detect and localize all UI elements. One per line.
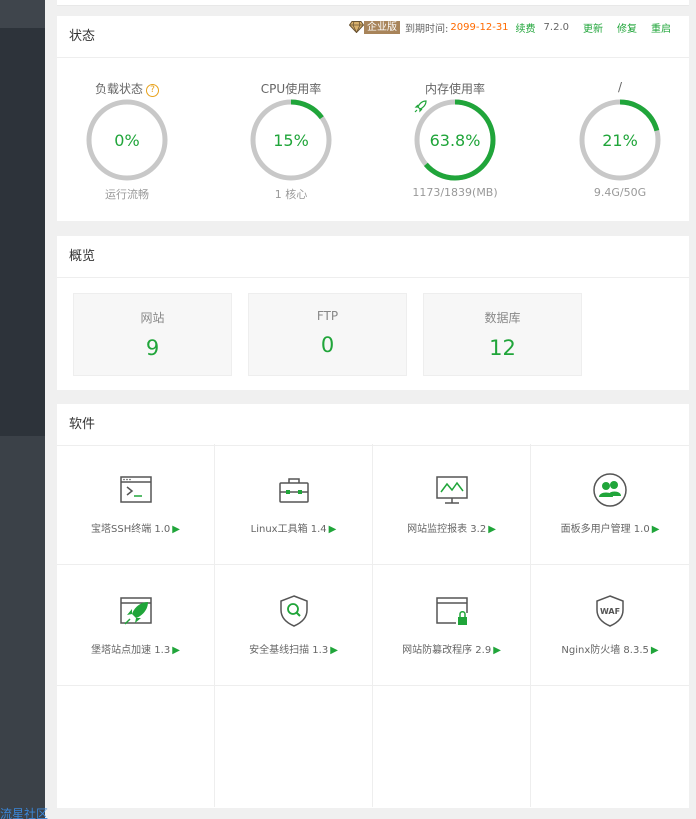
overview-heading: 概览 — [57, 236, 689, 278]
software-item-monitor[interactable]: 网站监控报表 3.2 ▶ — [373, 444, 531, 565]
play-arrow-icon: ▶ — [328, 524, 337, 535]
toolbox-icon — [279, 478, 309, 503]
diamond-icon — [349, 21, 365, 33]
waf-shield-icon: WAF — [596, 595, 624, 627]
card-label: 数据库 — [484, 311, 521, 325]
memory-gauge[interactable]: 内存使用率 63.8% 1173/1839(MB) — [385, 58, 525, 221]
gauge-title: 内存使用率 — [424, 82, 485, 96]
software-grid: 宝塔SSH终端 1.0 ▶ Linux工具箱 1.4 ▶ 网站监控报表 3.2 ▶ — [57, 444, 689, 808]
load-gauge[interactable]: 负载状态? 0% 运行流畅 — [57, 58, 197, 221]
disk-gauge[interactable]: / 21% 9.4G/50G — [550, 58, 690, 221]
gauge-sub: 1 核心 — [274, 188, 308, 201]
gauge-value: 15% — [273, 131, 309, 150]
software-panel: 软件 宝塔SSH终端 1.0 ▶ Linux工具箱 1.4 ▶ 网站监控报表 3… — [57, 404, 689, 808]
lock-window-icon — [436, 597, 468, 625]
software-empty-slot — [373, 686, 531, 807]
card-label: FTP — [316, 309, 339, 323]
rocket-icon — [120, 597, 152, 625]
overview-card-sites[interactable]: 网站 9 — [73, 293, 232, 376]
play-arrow-icon: ▶ — [488, 524, 496, 535]
top-strip — [57, 0, 689, 6]
shield-scan-icon — [280, 595, 308, 627]
update-link[interactable]: 更新 — [583, 20, 603, 35]
software-item-site-accel[interactable]: 堡塔站点加速 1.3 ▶ — [57, 565, 215, 686]
gauge-value: 21% — [602, 131, 638, 150]
edition-badge: 企业版 — [349, 20, 401, 34]
software-name: 面板多用户管理 1.0 — [560, 524, 650, 535]
gauge-title: / — [617, 80, 623, 94]
play-arrow-icon: ▶ — [651, 524, 660, 535]
expire-date: 2099-12-31 — [450, 21, 509, 33]
sidebar — [0, 0, 45, 819]
expire-label: 到期时间: — [405, 23, 449, 35]
overview-card-database[interactable]: 数据库 12 — [423, 293, 582, 376]
play-arrow-icon: ▶ — [330, 645, 338, 656]
software-empty-slot — [57, 686, 215, 807]
gauge-value: 0% — [114, 131, 140, 150]
software-heading: 软件 — [57, 404, 689, 446]
gauge-sub: 9.4G/50G — [593, 186, 647, 199]
rocket-icon[interactable] — [413, 98, 429, 114]
edition-label: 企业版 — [364, 20, 401, 34]
software-name: 堡塔站点加速 1.3 — [91, 645, 171, 656]
monitor-chart-icon — [436, 476, 468, 504]
renew-link[interactable]: 续费 — [516, 20, 536, 35]
play-arrow-icon: ▶ — [172, 645, 180, 656]
software-name: 安全基线扫描 1.3 — [249, 645, 329, 656]
footer-community-link[interactable]: 流星社区 — [0, 805, 48, 819]
card-label: 网站 — [140, 311, 165, 325]
help-icon[interactable]: ? — [146, 84, 159, 97]
software-item-tamper-proof[interactable]: 网站防篡改程序 2.9 ▶ — [373, 565, 531, 686]
sidebar-nav — [0, 28, 45, 436]
software-item-nginx-waf[interactable]: WAF Nginx防火墙 8.3.5 ▶ — [531, 565, 689, 686]
software-item-baseline-scan[interactable]: 安全基线扫描 1.3 ▶ — [215, 565, 373, 686]
software-item-ssh[interactable]: 宝塔SSH终端 1.0 ▶ — [57, 444, 215, 565]
status-panel: 状态 企业版 到期时间: 2099-12-31 续费 7.2.0 更新 修复 重… — [57, 16, 689, 221]
software-empty-slot — [531, 686, 689, 807]
restart-link[interactable]: 重启 — [651, 20, 671, 35]
play-arrow-icon: ▶ — [493, 645, 501, 656]
gauge-title: 负载状态? — [57, 80, 197, 97]
gauge-title: CPU使用率 — [260, 82, 322, 96]
card-value: 0 — [320, 333, 335, 357]
terminal-icon — [120, 476, 152, 503]
sidebar-top — [0, 0, 45, 28]
multi-user-icon — [593, 473, 627, 507]
gauge-sub: 运行流畅 — [105, 188, 149, 201]
overview-card-ftp[interactable]: FTP 0 — [248, 293, 407, 376]
software-name: 宝塔SSH终端 1.0 — [91, 524, 171, 535]
gauge-value: 63.8% — [429, 131, 481, 150]
software-name: 网站防篡改程序 2.9 — [402, 645, 492, 656]
svg-text:WAF: WAF — [600, 607, 620, 616]
software-name: Linux工具箱 1.4 — [250, 524, 327, 535]
gauge-sub: 1173/1839(MB) — [412, 186, 498, 199]
software-name: Nginx防火墙 8.3.5 — [561, 645, 649, 656]
overview-panel: 概览 网站 9 FTP 0 数据库 12 — [57, 236, 689, 390]
panel-version: 7.2.0 — [543, 21, 569, 33]
version-bar: 企业版 到期时间: 2099-12-31 续费 7.2.0 更新 修复 重启 — [349, 18, 671, 36]
card-value: 12 — [489, 336, 516, 360]
play-arrow-icon: ▶ — [650, 645, 659, 656]
repair-link[interactable]: 修复 — [617, 20, 637, 35]
software-item-multi-user[interactable]: 面板多用户管理 1.0 ▶ — [531, 444, 689, 565]
software-empty-slot — [215, 686, 373, 807]
card-value: 9 — [145, 336, 160, 360]
software-item-toolbox[interactable]: Linux工具箱 1.4 ▶ — [215, 444, 373, 565]
software-name: 网站监控报表 3.2 — [407, 524, 487, 535]
cpu-gauge[interactable]: CPU使用率 15% 1 核心 — [221, 58, 361, 221]
play-arrow-icon: ▶ — [172, 524, 180, 535]
